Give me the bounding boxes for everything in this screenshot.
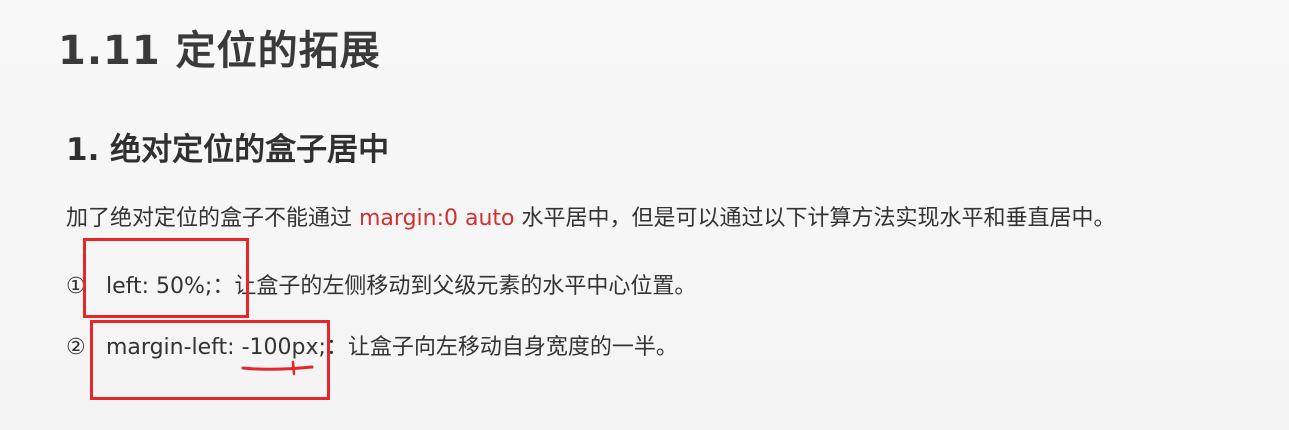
- pen-underline-mark: [241, 360, 314, 376]
- slide-page: 1.11 定位的拓展 1. 绝对定位的盒子居中 加了绝对定位的盒子不能通过 ma…: [0, 0, 1289, 430]
- annotation-box: [83, 238, 249, 318]
- intro-text-before: 加了绝对定位的盒子不能通过: [66, 206, 359, 231]
- item-description: ：让盒子向左移动自身宽度的一半。: [325, 335, 678, 360]
- item-description: ：让盒子的左侧移动到父级元素的水平中心位置。: [212, 274, 697, 299]
- intro-paragraph: 加了绝对定位的盒子不能通过 margin:0 auto 水平居中，但是可以通过以…: [66, 200, 1116, 232]
- intro-code-highlight: margin:0 auto: [359, 206, 515, 231]
- page-title: 1.11 定位的拓展: [58, 28, 381, 74]
- section-heading: 1. 绝对定位的盒子居中: [66, 132, 390, 168]
- intro-text-after: 水平居中，但是可以通过以下计算方法实现水平和垂直居中。: [514, 206, 1116, 231]
